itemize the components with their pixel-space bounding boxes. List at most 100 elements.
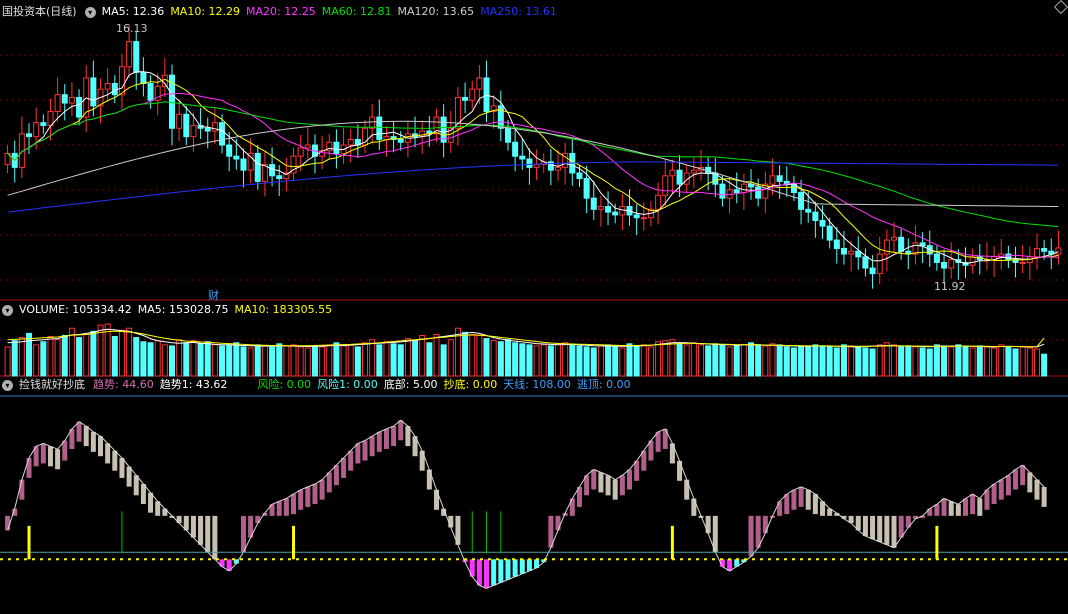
volume-bar [183,342,190,377]
volume-bar [83,333,90,377]
volume-bar [254,344,261,377]
trend-bar [98,436,104,457]
volume-bar [240,346,247,377]
volume-bar [247,347,254,377]
candle [190,124,197,138]
chevron-down-icon[interactable]: ▾ [2,304,13,316]
trend-bar [90,431,96,452]
volume-bar [819,345,826,377]
candle [769,175,776,185]
volume-bar [354,346,361,377]
volume-bar [605,344,612,377]
legend-risk1: 风险1: 0.00 [317,378,378,391]
volume-bar [562,342,569,377]
candle [919,242,926,247]
volume-bar [848,345,855,377]
volume-bar [905,345,912,377]
stock-chart-window: { "colors": { "up": "#ff3333", "down": "… [0,0,1068,614]
trend-bar [619,475,625,496]
trend-bar [376,431,382,452]
chevron-down-icon[interactable]: ▾ [2,379,13,391]
trend-bar [512,559,518,577]
volume-bar [419,335,426,377]
volume-bar [969,347,976,377]
candle [798,192,805,210]
trend-bar [755,515,761,548]
price-legend: 国投资本(日线) ▾ MA5: 12.36 MA10: 12.29 MA20: … [0,4,563,20]
candle [369,116,376,129]
financial-report-marker[interactable]: 财 [208,287,219,303]
volume-bar [919,347,926,377]
candle [576,172,583,180]
trend-bar [148,492,154,513]
trend-bar [291,494,297,515]
volume-bar [798,345,805,377]
trend-bar [348,450,354,471]
volume-bar [11,340,18,377]
volume-bar [762,345,769,377]
trend-bar [126,466,132,487]
trend-bar [977,498,983,516]
volume-bar [504,339,511,377]
volume-bar [726,346,733,377]
volume-bar [640,344,647,377]
chevron-down-icon[interactable]: ▾ [84,6,96,18]
trend-bar [598,472,604,493]
candle [533,164,540,168]
candle [840,247,847,255]
legend-trend: 趋势: 44.60 [93,378,154,391]
trend-bar [962,498,968,516]
volume-bar [755,344,762,377]
volume-bar [1033,348,1040,377]
volume-bar [783,346,790,377]
trend-bar [1027,472,1033,493]
volume-bar [748,342,755,377]
volume-bar [469,333,476,377]
high-price-label: 16.13 [116,22,148,35]
candle [297,147,304,157]
trend-bar [627,469,633,490]
legend-ma60: MA60: 12.81 [321,5,392,18]
volume-bar [941,345,948,377]
candle [397,138,404,143]
indicator-title[interactable]: 捡钱就好抄底 [19,377,85,393]
stock-title[interactable]: 国投资本(日线) [2,4,77,20]
trend-bar [112,450,118,471]
volume-bar [776,344,783,377]
candle [805,208,812,213]
trend-bar [40,443,46,464]
legend-vol-ma10: MA10: 183305.55 [234,303,333,316]
trend-bar [705,515,711,534]
candle [126,41,133,68]
volume-bar [390,343,397,377]
trend-bar [998,479,1004,500]
volume-bar [197,343,204,377]
candle [826,225,833,241]
volume-bar [76,337,83,377]
trend-bar [955,504,961,516]
trend-bar [984,489,990,510]
candle [419,130,426,138]
trend-bar [526,559,532,571]
volume-bar [526,344,533,377]
trend-bar [298,489,304,510]
trend-bar [691,498,697,516]
candle [583,178,590,199]
volume-bar [583,346,590,377]
volume-bar [18,337,25,377]
candle [676,169,683,185]
volume-bar [676,343,683,377]
candle [219,122,226,146]
volume-bar [547,345,554,377]
legend-antenna: 天线: 108.00 [503,378,571,391]
candle [240,158,247,171]
trend-bar [877,515,883,542]
volume-bar [219,345,226,377]
candle [662,175,669,196]
trend-bar [1020,465,1026,486]
volume-bar [133,337,140,377]
trend-bar [55,449,61,470]
volume-bar [483,338,490,377]
volume-bar [983,346,990,377]
volume-bar [297,346,304,377]
